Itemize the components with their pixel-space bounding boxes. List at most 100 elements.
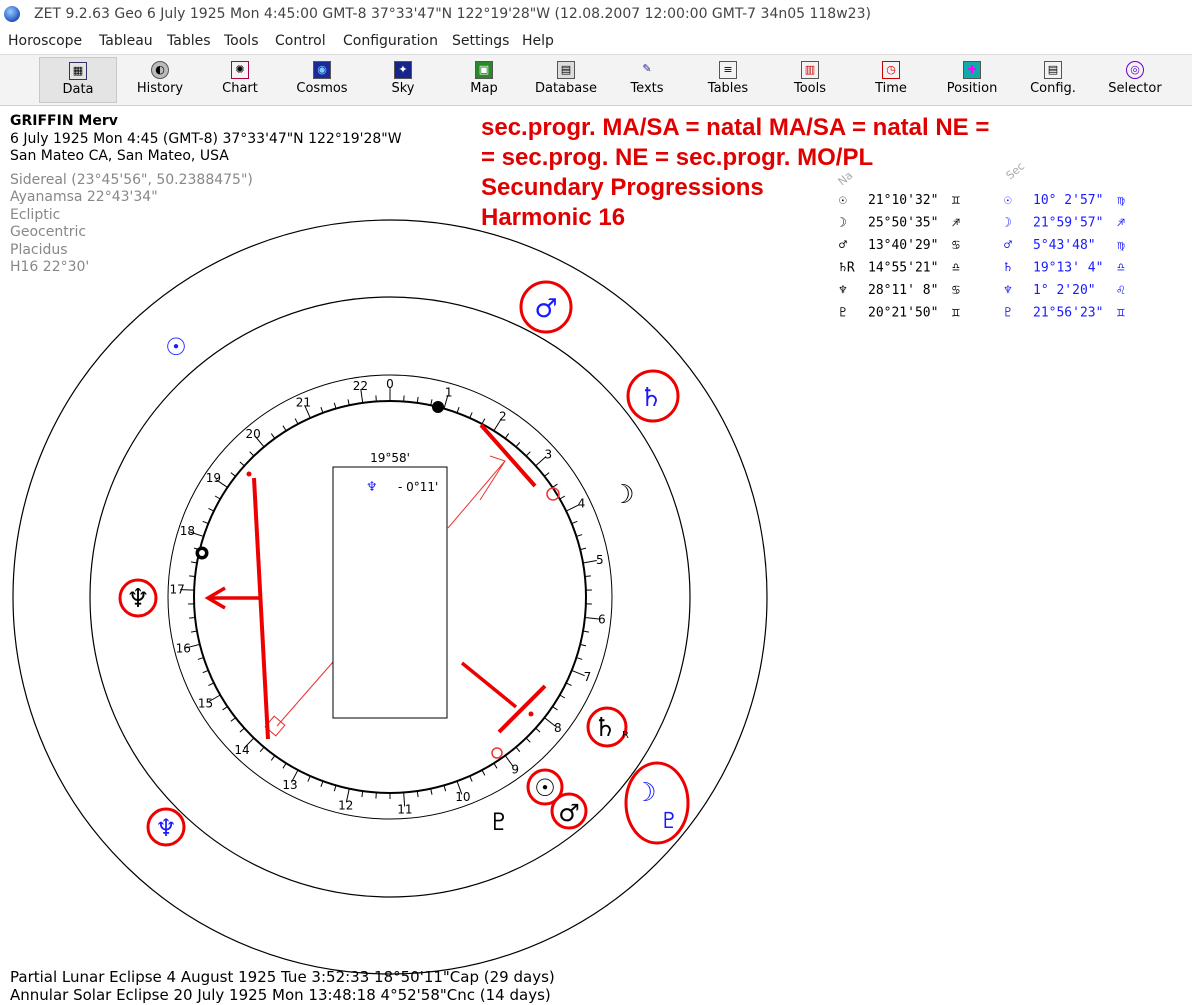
moon-natal-icon: ☽: [611, 480, 634, 510]
saturn-retrograde-label: R: [622, 730, 629, 741]
dial-tick: [230, 472, 236, 477]
sec-sign-icon: ♍: [1117, 193, 1125, 208]
natal-position: 25°50'35": [868, 216, 938, 231]
dial-tick: [307, 775, 311, 782]
dial-label: 16: [176, 642, 191, 656]
dial-label: 1: [445, 385, 453, 399]
natal-position: 28°11' 8": [868, 283, 938, 298]
natal-position: 14°55'21": [868, 261, 938, 276]
sec-sign-icon: ♊: [1117, 306, 1125, 321]
pluto-sec-icon: ♇: [659, 809, 679, 834]
dial-tick: [584, 616, 599, 620]
dial-label: 19: [206, 471, 221, 485]
dial-label: 6: [598, 612, 606, 626]
neptune-natal-icon: ♆: [126, 584, 149, 614]
aspect-arrow: [479, 455, 506, 501]
natal-column-header: Na: [836, 169, 856, 189]
dial-label: 22: [353, 379, 368, 393]
dial-tick: [270, 433, 276, 439]
dial-label: 8: [554, 721, 562, 735]
dial-tick: [571, 520, 578, 525]
dial-label: 14: [234, 743, 249, 757]
sun-sec-icon: ☉: [165, 333, 187, 361]
positions-table: Na Sec ☉ 21°10'32" ♊ ☉ 10° 2'57" ♍ ☽ 25°50'35" ♐…: [836, 160, 1125, 321]
natal-sign-icon: ♋: [952, 283, 960, 298]
center-box-title: 19°58': [370, 451, 410, 465]
dial-tick: [189, 575, 196, 578]
natal-position: 20°21'50": [868, 306, 938, 321]
mars-natal-icon: ♂: [558, 799, 580, 827]
dial-tick: [430, 399, 433, 406]
dial-tick: [469, 412, 473, 419]
dial-tick: [493, 762, 498, 769]
dial-tick: [214, 495, 221, 500]
sec-planet-icon: ♇: [1004, 306, 1012, 321]
dial-tick: [347, 399, 350, 406]
center-box-value: - 0°11': [398, 480, 438, 494]
dial-tick: [525, 451, 531, 457]
dial-tick: [582, 560, 597, 564]
dial-tick: [481, 418, 486, 425]
saturn-sec-icon: ♄: [639, 383, 662, 413]
natal-sign-icon: ♊: [952, 193, 960, 208]
sec-sign-icon: ♎: [1117, 261, 1125, 276]
dial-tick: [559, 694, 566, 699]
dial-tick: [515, 441, 521, 448]
dial-tick: [515, 746, 521, 753]
dial-tick: [230, 717, 236, 722]
sec-position: 19°13' 4": [1033, 261, 1103, 276]
planet-marker: [491, 747, 503, 759]
annotation-axis-line: [252, 477, 270, 740]
dial-tick: [525, 737, 531, 743]
dial-tick: [504, 433, 510, 439]
dial-tick: [552, 706, 558, 711]
sec-planet-icon: ♄: [1004, 261, 1012, 276]
center-box: [332, 466, 448, 719]
eclipse-info: Partial Lunar Eclipse 4 August 1925 Tue …: [10, 968, 555, 1004]
dial-label: 10: [455, 790, 470, 804]
planet-marker: [432, 401, 444, 413]
natal-planet-icon: ♇: [839, 306, 847, 321]
dial-tick: [282, 425, 287, 432]
dial-label: 5: [596, 553, 604, 567]
dial-label: 12: [338, 798, 353, 812]
dial-label: 7: [584, 670, 592, 684]
sec-column-header: Sec: [1004, 160, 1028, 183]
dial-label: 2: [499, 409, 507, 423]
dial-tick: [576, 657, 583, 660]
dial-tick: [208, 682, 215, 687]
natal-sign-icon: ♐: [952, 216, 960, 231]
dial-tick: [294, 418, 299, 425]
sun-natal-icon: ☉: [534, 774, 556, 802]
dial-label: 11: [397, 802, 412, 816]
dial-label: 13: [282, 778, 297, 792]
moon-sec-icon: ☽: [633, 778, 656, 808]
sec-sign-icon: ♌: [1117, 283, 1125, 298]
dial-label: 20: [245, 427, 260, 441]
solar-eclipse-line: Annular Solar Eclipse 20 July 1925 Mon 1…: [10, 986, 551, 1004]
sec-position: 21°59'57": [1033, 216, 1103, 231]
dial-tick: [565, 682, 572, 687]
dial-tick: [580, 547, 587, 551]
natal-planet-icon: ♄R: [839, 261, 855, 276]
sec-planet-icon: ♂: [1004, 238, 1012, 253]
dial-tick: [481, 769, 486, 776]
dial-label: 3: [544, 447, 552, 461]
saturn-natal-icon: ♄: [593, 713, 616, 743]
dial-tick: [282, 762, 287, 769]
sec-planet-icon: ☉: [1004, 193, 1012, 208]
dial-tick: [580, 643, 587, 647]
dial-tick: [584, 575, 591, 578]
natal-sign-icon: ♊: [952, 306, 960, 321]
dial-tick: [222, 706, 228, 711]
harmonic-dial-chart[interactable]: 012345678910111213141516171819202122 19°…: [0, 0, 1192, 1005]
neptune-icon: ♆: [366, 480, 378, 495]
sec-sign-icon: ♐: [1117, 216, 1125, 231]
sec-position: 21°56'23": [1033, 306, 1103, 321]
dial-tick: [189, 616, 196, 619]
dial-tick: [270, 755, 276, 761]
dial-tick: [430, 788, 433, 795]
planet-marker-inner: [199, 550, 205, 556]
dial-tick: [208, 507, 215, 512]
dial-tick: [239, 727, 245, 733]
